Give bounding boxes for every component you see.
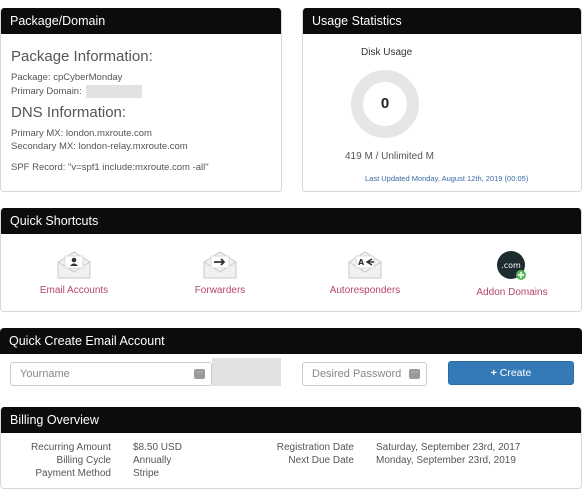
disk-usage-gauge-value: 0 xyxy=(380,95,390,112)
shortcut-addon-domains[interactable]: .com Addon Domains xyxy=(452,250,572,298)
package-domain-panel: Package/Domain Package Information: Pack… xyxy=(0,8,282,192)
svg-text:A: A xyxy=(358,258,365,267)
quick-shortcuts-title: Quick Shortcuts xyxy=(1,208,581,234)
secondary-mx: Secondary MX: london-relay.mxroute.com xyxy=(11,140,188,152)
envelope-autoreply-icon: A xyxy=(348,251,382,279)
package-name: Package: cpCyberMonday xyxy=(11,72,123,83)
recurring-amount-label: Recurring Amount xyxy=(30,442,111,453)
primary-mx: Primary MX: london.mxroute.com xyxy=(11,128,152,140)
last-updated-text: Last Updated Monday, August 12th, 2019 (… xyxy=(365,174,529,183)
shortcut-forwarders[interactable]: Forwarders xyxy=(160,250,280,296)
billing-cycle-label: Billing Cycle xyxy=(56,455,111,466)
billing-right-values: Saturday, September 23rd, 2017 Monday, S… xyxy=(376,441,520,467)
plus-icon: + xyxy=(490,367,497,379)
create-button[interactable]: + Create xyxy=(448,361,574,385)
shortcut-email-accounts[interactable]: Email Accounts xyxy=(14,250,134,296)
shortcut-addon-domains-label[interactable]: Addon Domains xyxy=(452,287,572,298)
next-due-date-label: Next Due Date xyxy=(288,455,354,466)
primary-domain-redacted xyxy=(85,84,142,98)
password-input[interactable]: Desired Password ··· xyxy=(302,362,427,386)
email-username-placeholder: Yourname xyxy=(20,368,70,380)
billing-cycle-value: Annually xyxy=(133,455,172,466)
shortcut-email-accounts-label[interactable]: Email Accounts xyxy=(14,285,134,296)
envelope-forward-icon xyxy=(203,251,237,279)
envelope-user-icon xyxy=(57,251,91,279)
usage-statistics-title: Usage Statistics xyxy=(303,8,581,34)
create-button-label: Create xyxy=(499,367,532,379)
dns-info-heading: DNS Information: xyxy=(11,104,127,122)
billing-overview-title: Billing Overview xyxy=(1,407,581,433)
primary-domain-label: Primary Domain: xyxy=(11,85,82,97)
shortcut-forwarders-label[interactable]: Forwarders xyxy=(160,285,280,296)
registration-date-value: Saturday, September 23rd, 2017 xyxy=(376,442,521,453)
package-info-heading: Package Information: xyxy=(11,48,153,65)
domain-redacted xyxy=(212,358,281,386)
quick-shortcuts-panel: Quick Shortcuts Email Accounts Forwarder… xyxy=(0,208,582,312)
next-due-date-value: Monday, September 23rd, 2019 xyxy=(376,455,516,466)
spf-record: SPF Record: "v=spf1 include:mxroute.com … xyxy=(11,162,209,174)
key-icon[interactable]: ··· xyxy=(194,369,205,379)
usage-statistics-panel: Usage Statistics Disk Usage 0 419 M / Un… xyxy=(302,8,582,192)
key-icon[interactable]: ··· xyxy=(409,369,420,379)
dotcom-add-icon: .com xyxy=(497,251,526,280)
registration-date-label: Registration Date xyxy=(276,442,354,453)
shortcut-autoresponders-label[interactable]: Autoresponders xyxy=(305,285,425,296)
disk-usage-label: Disk Usage xyxy=(361,47,413,58)
billing-right-labels: Registration Date Next Due Date xyxy=(277,441,354,467)
quick-create-title: Quick Create Email Account xyxy=(0,328,582,354)
primary-domain-row: Primary Domain: xyxy=(11,84,271,99)
quick-create-email-panel: Quick Create Email Account Yourname ··· … xyxy=(0,328,582,394)
dotcom-text: .com xyxy=(501,261,521,270)
email-username-input[interactable]: Yourname ··· xyxy=(10,362,212,386)
recurring-amount-value: $8.50 USD xyxy=(133,442,182,453)
shortcut-autoresponders[interactable]: A Autoresponders xyxy=(305,250,425,296)
billing-overview-panel: Billing Overview Recurring Amount Billin… xyxy=(0,407,582,489)
disk-usage-text: 419 M / Unlimited M xyxy=(345,151,434,162)
password-placeholder: Desired Password xyxy=(312,368,402,380)
payment-method-label: Payment Method xyxy=(35,468,111,479)
billing-left-labels: Recurring Amount Billing Cycle Payment M… xyxy=(31,441,111,480)
package-domain-title: Package/Domain xyxy=(1,8,281,34)
billing-left-values: $8.50 USD Annually Stripe xyxy=(133,441,182,480)
payment-method-value: Stripe xyxy=(133,468,160,479)
